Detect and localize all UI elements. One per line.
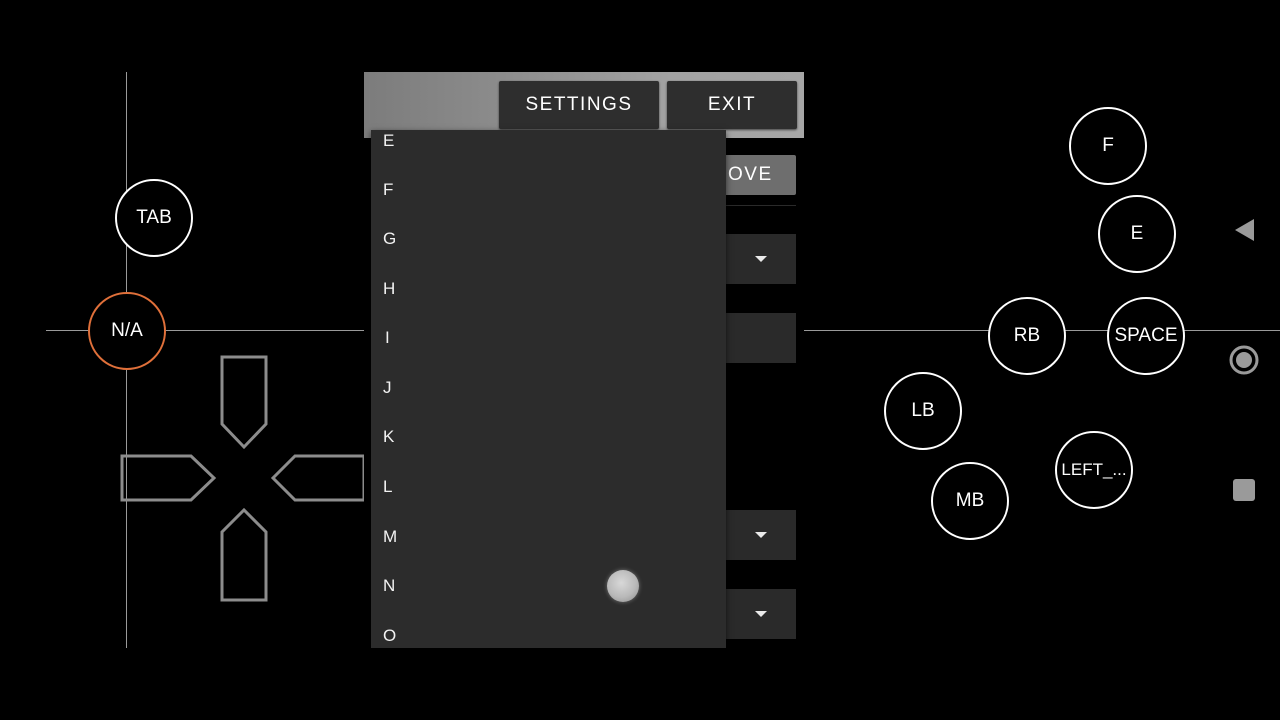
key-dropdown-list[interactable]: E F G H I J K L M N O	[371, 130, 726, 648]
mb-button[interactable]: MB	[931, 462, 1009, 540]
back-triangle-icon[interactable]	[1232, 217, 1256, 243]
space-button[interactable]: SPACE	[1107, 297, 1185, 375]
move-button-label: OVE	[728, 164, 773, 185]
dropdown-item[interactable]: F	[383, 180, 393, 200]
chevron-down-icon	[755, 256, 767, 262]
dpad-down-arrow	[220, 507, 268, 602]
dropdown-item[interactable]: N	[383, 576, 395, 596]
dropdown-item[interactable]: M	[383, 527, 397, 547]
recents-square-icon[interactable]	[1232, 478, 1256, 502]
exit-button[interactable]: EXIT	[667, 81, 797, 129]
dpad-up-arrow	[220, 355, 268, 450]
touch-indicator	[607, 570, 639, 602]
dropdown-item[interactable]: I	[385, 328, 390, 348]
f-button[interactable]: F	[1069, 107, 1147, 185]
panel-divider	[726, 205, 796, 206]
dropdown-item[interactable]: H	[383, 279, 395, 299]
dropdown-item[interactable]: O	[383, 626, 396, 646]
dpad[interactable]	[118, 352, 378, 612]
left-button[interactable]: LEFT_...	[1055, 431, 1133, 509]
dropdown-item[interactable]: E	[383, 131, 394, 151]
dropdown-item[interactable]: G	[383, 229, 396, 249]
lb-button[interactable]: LB	[884, 372, 962, 450]
dropdown-item[interactable]: K	[383, 427, 394, 447]
dropdown-item[interactable]: J	[383, 378, 392, 398]
dpad-right-arrow	[270, 454, 366, 502]
e-button[interactable]: E	[1098, 195, 1176, 273]
chevron-down-icon	[755, 611, 767, 617]
settings-button[interactable]: SETTINGS	[499, 81, 659, 129]
chevron-down-icon	[755, 532, 767, 538]
home-circle-icon[interactable]	[1228, 344, 1260, 376]
dpad-left-arrow	[120, 454, 217, 502]
input-row[interactable]	[726, 313, 796, 363]
rb-button[interactable]: RB	[988, 297, 1066, 375]
tab-button[interactable]: TAB	[115, 179, 193, 257]
dropdown-item[interactable]: L	[383, 477, 392, 497]
